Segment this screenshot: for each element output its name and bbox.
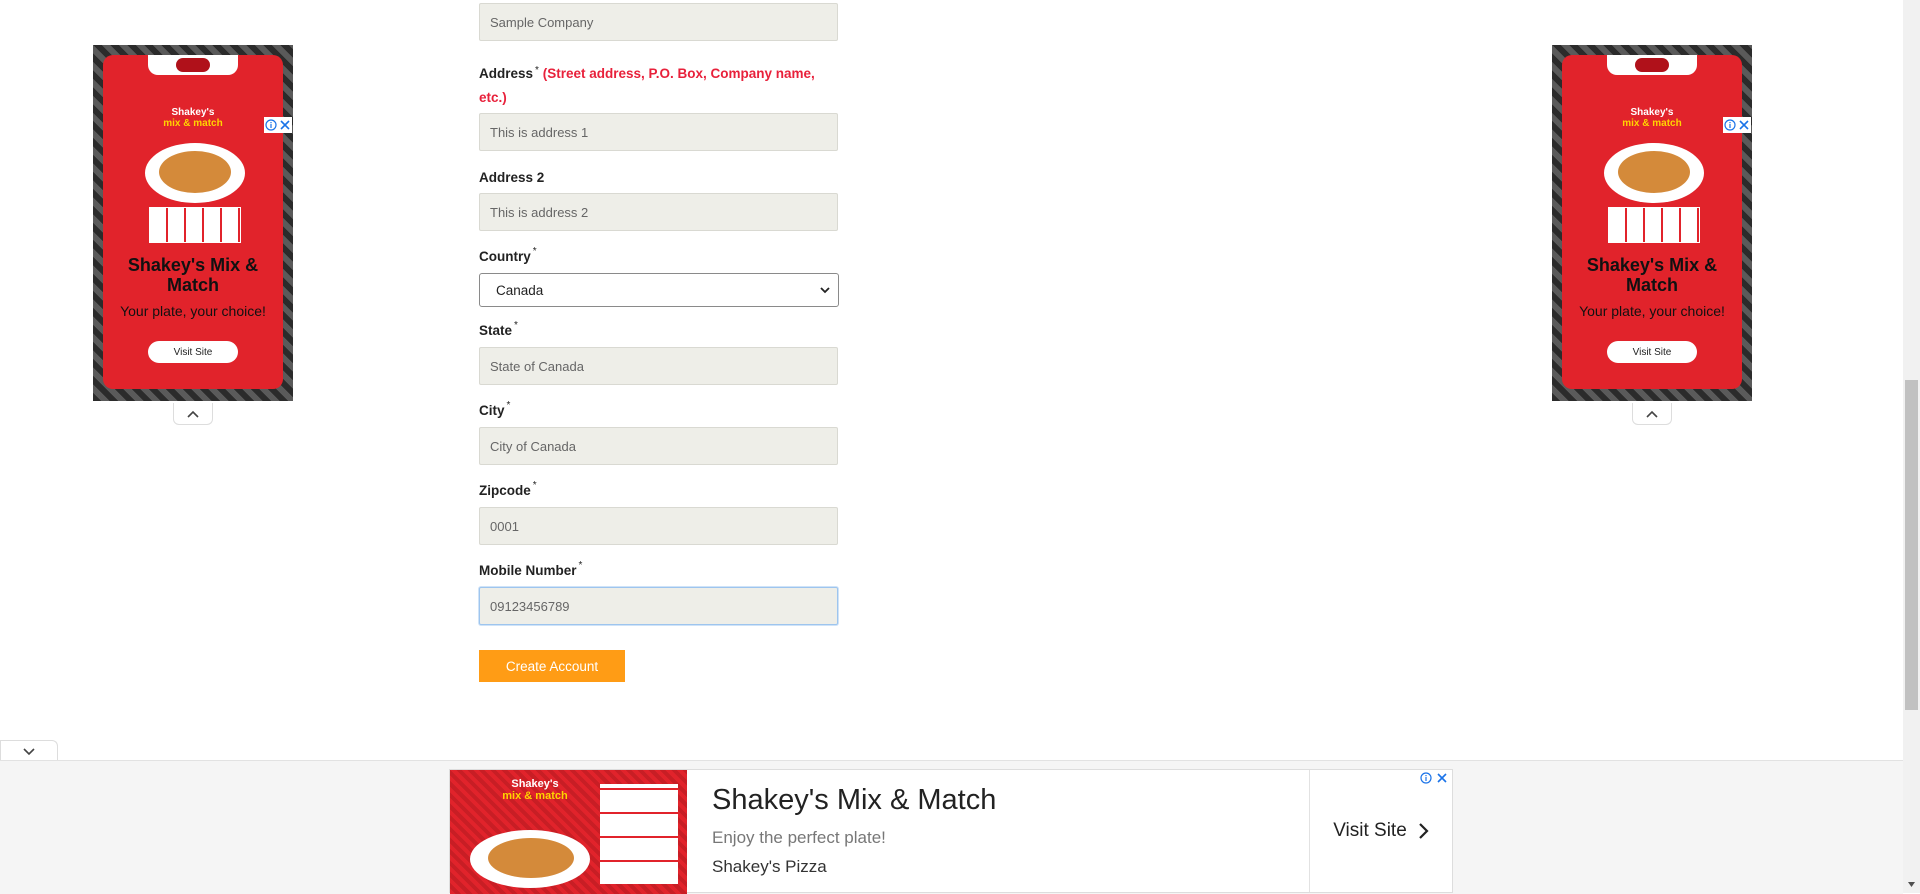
state-value: State of Canada — [490, 358, 584, 374]
ad-logo — [148, 55, 238, 75]
ad-visit-site-button[interactable]: Visit Site — [1607, 341, 1697, 363]
zipcode-label: Zipcode * — [479, 480, 537, 498]
promo-line-1: Shakey's — [171, 107, 215, 118]
company-value: Sample Company — [490, 14, 594, 30]
state-input[interactable]: State of Canada — [479, 347, 838, 385]
side-ad-right[interactable]: Shakey's mix & match Shakey's Mix & Matc… — [1552, 45, 1752, 401]
ad-panel: Shakey's mix & match Shakey's Mix & Matc… — [1562, 55, 1742, 389]
city-value: City of Canada — [490, 438, 576, 454]
ad-tagline: Your plate, your choice! — [120, 303, 266, 319]
ad-headline: Shakey's Mix & Match — [127, 255, 259, 295]
address-input[interactable]: This is address 1 — [479, 113, 838, 151]
banner-ad-image: Shakey's mix & match — [450, 770, 687, 894]
page-scrollbar[interactable] — [1903, 0, 1920, 893]
promo-line-2: mix & match — [163, 118, 223, 129]
scrollbar-thumb[interactable] — [1905, 380, 1918, 710]
country-select[interactable]: Canada — [479, 273, 839, 307]
banner-cta-label: Visit Site — [1333, 820, 1407, 841]
ad-tagline: Your plate, your choice! — [1579, 303, 1725, 319]
chevron-up-icon — [187, 410, 199, 418]
mobile-label: Mobile Number * — [479, 560, 583, 578]
bottom-banner-ad[interactable]: Shakey's mix & match Shakey's Mix & Matc… — [449, 769, 1453, 894]
state-label: State * — [479, 320, 518, 338]
side-ad-left[interactable]: Shakey's mix & match Shakey's Mix & Matc… — [93, 45, 293, 401]
close-icon[interactable] — [279, 119, 291, 131]
close-icon[interactable] — [1738, 119, 1750, 131]
address2-value: This is address 2 — [490, 204, 589, 220]
info-icon[interactable] — [265, 119, 277, 131]
ad-panel: Shakey's mix & match Shakey's Mix & Matc… — [103, 55, 283, 389]
ad-menu-grid — [149, 207, 241, 243]
promo-line-1: Shakey's — [1630, 107, 1674, 118]
chevron-up-icon — [1646, 410, 1658, 418]
scroll-down-arrow-icon[interactable] — [1907, 880, 1916, 889]
info-icon[interactable] — [1420, 772, 1432, 784]
ad-visit-site-button[interactable]: Visit Site — [148, 341, 238, 363]
info-icon[interactable] — [1724, 119, 1736, 131]
banner-advertiser: Shakey's Pizza — [712, 857, 827, 876]
collapse-left-ad-button[interactable] — [173, 403, 213, 425]
banner-ad-badge — [1420, 772, 1448, 784]
banner-food-image — [488, 838, 574, 878]
ad-food-image — [159, 151, 231, 193]
ad-logo — [1607, 55, 1697, 75]
address2-label: Address 2 — [479, 170, 545, 185]
required-mark: * — [535, 65, 539, 76]
banner-brand-line-1: Shakey's — [511, 778, 559, 790]
required-mark: * — [532, 246, 537, 257]
ad-promo-title: Shakey's mix & match — [1562, 107, 1742, 129]
create-account-button[interactable]: Create Account — [479, 650, 625, 682]
collapse-right-ad-button[interactable] — [1632, 403, 1672, 425]
required-mark: * — [506, 400, 511, 411]
ad-promo-title: Shakey's mix & match — [103, 107, 283, 129]
banner-brand-line-2: mix & match — [502, 790, 568, 802]
city-label: City * — [479, 400, 511, 418]
ad-headline: Shakey's Mix & Match — [1586, 255, 1718, 295]
logo-mark — [176, 58, 210, 72]
banner-title[interactable]: Shakey's Mix & Match — [712, 784, 996, 817]
zipcode-value: 0001 — [490, 518, 519, 534]
ad-badge-right — [1723, 117, 1751, 133]
banner-menu-image — [600, 784, 678, 884]
banner-visit-site-button[interactable]: Visit Site — [1309, 770, 1452, 892]
ad-food-image — [1618, 151, 1690, 193]
ad-badge-left — [264, 117, 292, 133]
mobile-input[interactable]: 09123456789 — [479, 587, 838, 625]
required-mark: * — [532, 480, 537, 491]
logo-mark — [1635, 58, 1669, 72]
zipcode-input[interactable]: 0001 — [479, 507, 838, 545]
address-label: Address * (Street address, P.O. Box, Comp… — [479, 65, 815, 105]
expand-bottom-ad-button[interactable] — [0, 740, 58, 762]
company-input[interactable]: Sample Company — [479, 3, 838, 41]
close-icon[interactable] — [1436, 772, 1448, 784]
required-mark: * — [514, 320, 518, 331]
banner-brand: Shakey's mix & match — [480, 778, 590, 802]
required-mark: * — [578, 560, 583, 571]
city-input[interactable]: City of Canada — [479, 427, 838, 465]
ad-menu-grid — [1608, 207, 1700, 243]
promo-line-2: mix & match — [1622, 118, 1682, 129]
mobile-value: 09123456789 — [490, 598, 570, 614]
banner-description: Enjoy the perfect plate! — [712, 828, 886, 847]
chevron-right-icon — [1419, 823, 1429, 839]
country-label: Country * — [479, 246, 537, 264]
chevron-down-icon — [820, 287, 830, 294]
address-value: This is address 1 — [490, 124, 589, 140]
address2-input[interactable]: This is address 2 — [479, 193, 838, 231]
country-selected: Canada — [496, 282, 544, 298]
chevron-down-icon — [23, 747, 35, 755]
